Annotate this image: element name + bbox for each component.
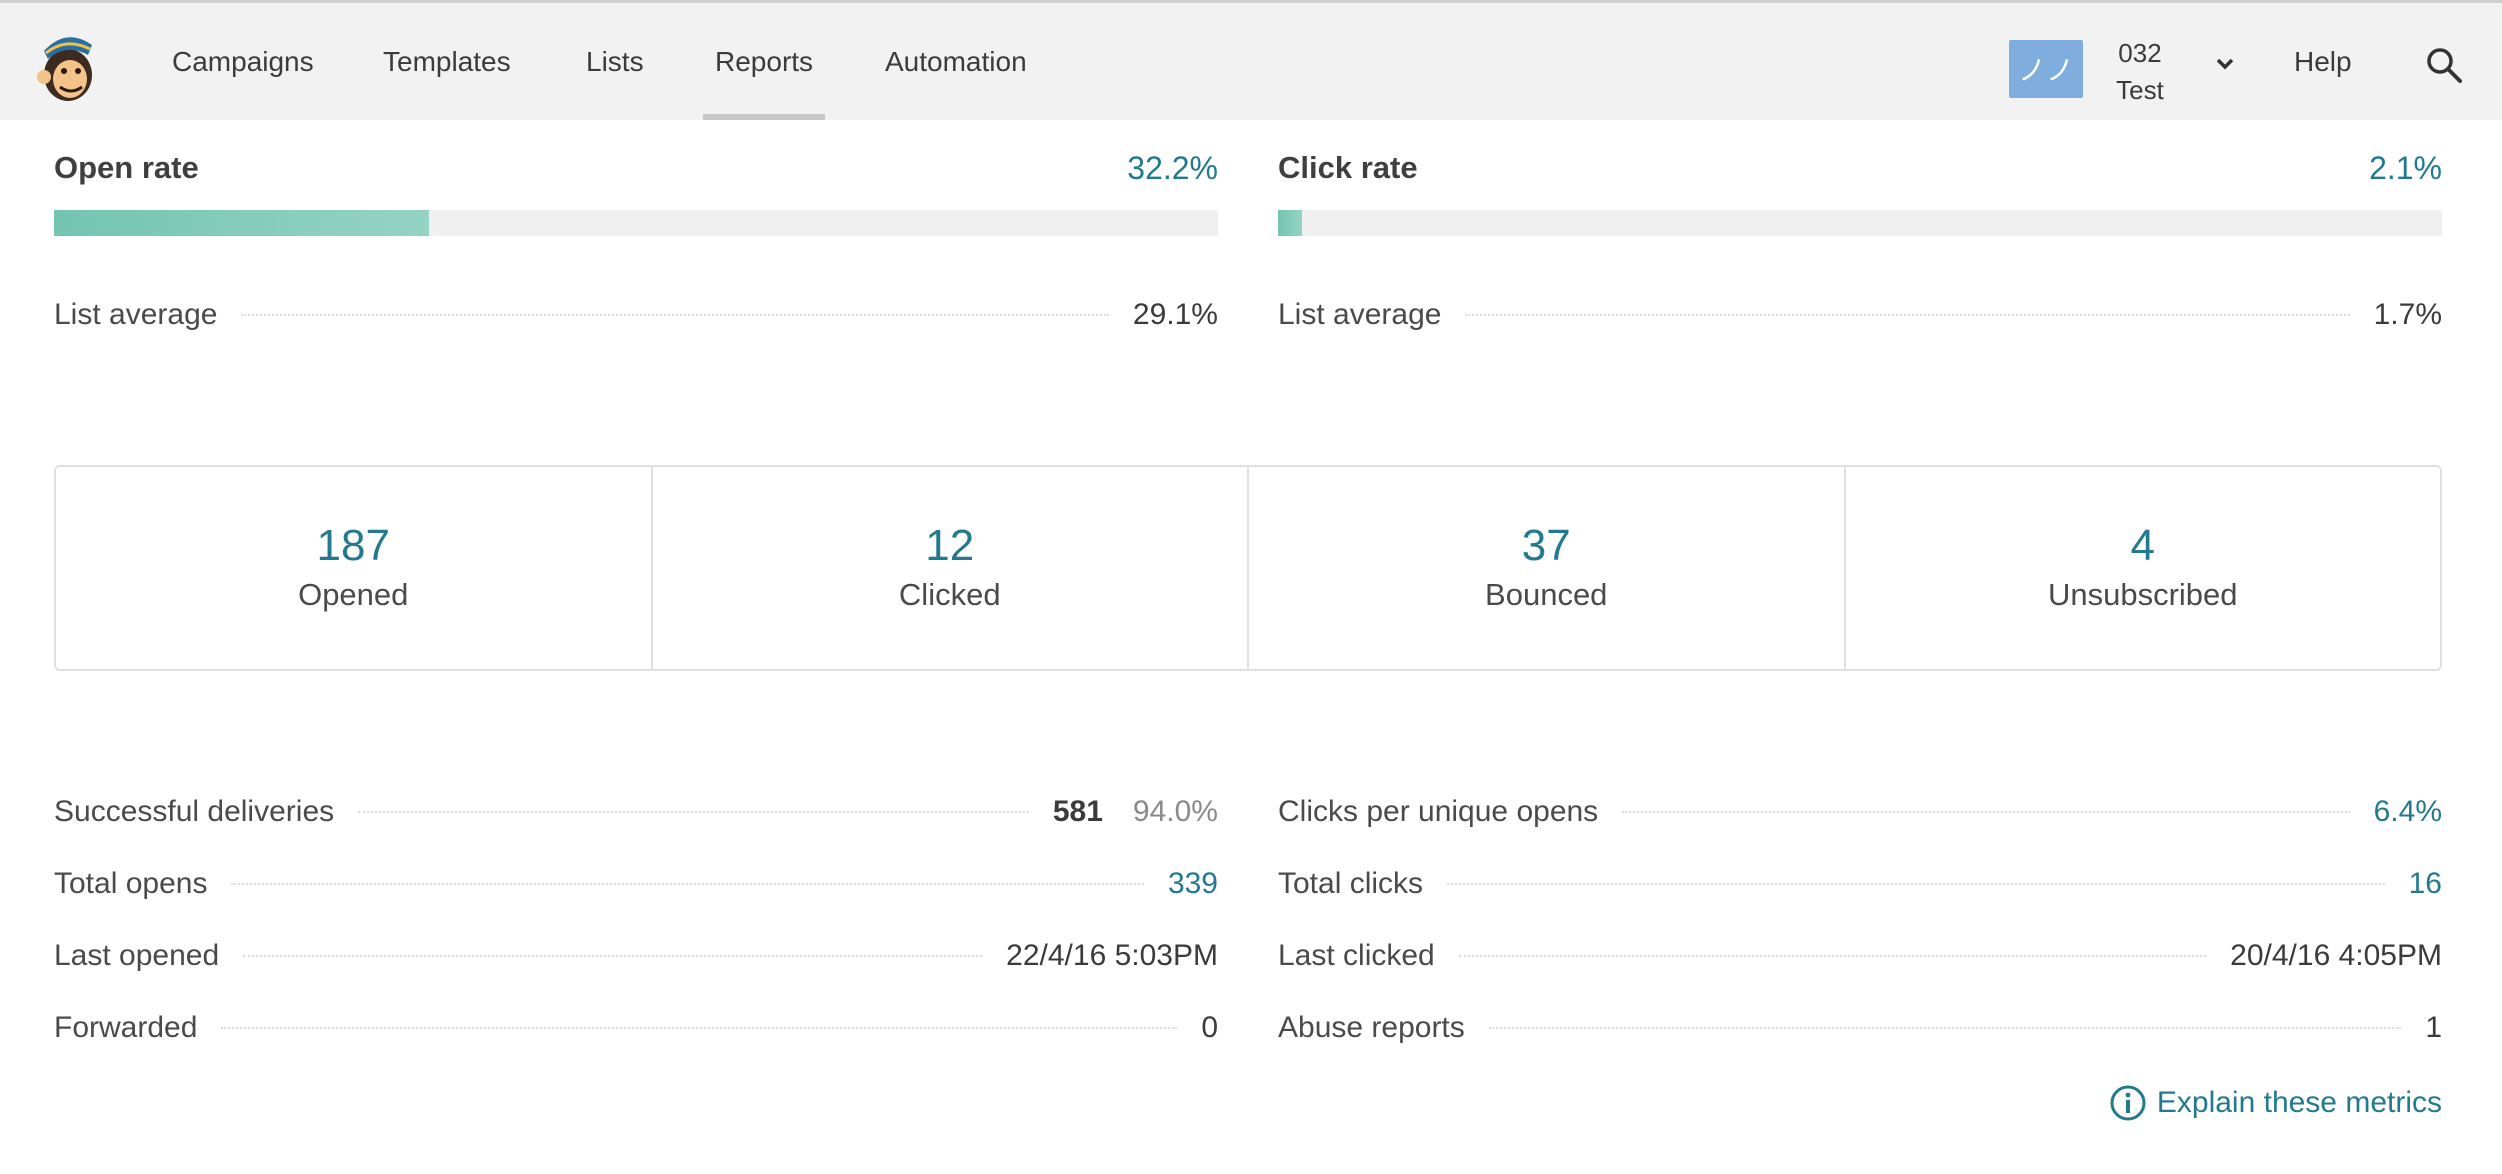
stat-label: Bounced	[1485, 577, 1608, 612]
detail-row-clicks-per-unique-opens: Clicks per unique opens 6.4%	[1278, 795, 2442, 867]
detail-label: Clicks per unique opens	[1278, 795, 1599, 828]
nav-lists[interactable]: Lists	[586, 3, 644, 120]
detail-label: Total clicks	[1278, 867, 1424, 900]
stat-number: 4	[2130, 521, 2155, 570]
detail-label: Forwarded	[54, 1011, 198, 1044]
search-icon[interactable]	[2424, 45, 2464, 85]
stat-label: Opened	[298, 577, 409, 612]
detail-value: 22/4/16 5:03PM	[1006, 939, 1218, 972]
detail-row-last-clicked: Last clicked 20/4/16 4:05PM	[1278, 939, 2442, 1011]
click-rate-bar-fill	[1278, 210, 1303, 236]
stat-number: 187	[316, 521, 390, 570]
dotted-leader	[1622, 811, 2350, 813]
account-name-line2: Test	[2116, 75, 2164, 105]
detail-row-total-clicks: Total clicks 16	[1278, 867, 2442, 939]
detail-value: 0	[1201, 1011, 1218, 1044]
detail-label: Successful deliveries	[54, 795, 335, 828]
explain-metrics-link[interactable]: Explain these metrics	[2109, 1084, 2442, 1122]
detail-value: 581	[1052, 795, 1103, 828]
dotted-leader	[358, 811, 1029, 813]
list-average-label: List average	[54, 298, 218, 331]
detail-row-forwarded: Forwarded 0	[54, 1011, 1218, 1083]
detail-label: Total opens	[54, 867, 208, 900]
detail-label: Abuse reports	[1278, 1011, 1465, 1044]
help-link[interactable]: Help	[2294, 3, 2352, 120]
dotted-leader	[1488, 1027, 2402, 1029]
nav-reports[interactable]: Reports	[702, 3, 826, 120]
freddie-logo-icon[interactable]	[30, 29, 104, 103]
nav-campaigns[interactable]: Campaigns	[172, 3, 314, 120]
stat-number: 12	[925, 521, 975, 570]
list-average-value: 1.7%	[2373, 298, 2442, 331]
nav-automation[interactable]: Automation	[885, 3, 1027, 120]
dotted-leader	[231, 883, 1144, 885]
dotted-leader	[243, 955, 983, 957]
chevron-down-icon[interactable]	[2214, 53, 2236, 75]
account-avatar[interactable]: ノノ	[2009, 40, 2083, 98]
detail-value: 6.4%	[2373, 795, 2442, 828]
detail-label: Last opened	[54, 939, 220, 972]
nav-templates[interactable]: Templates	[383, 3, 511, 120]
detail-row-total-opens: Total opens 339	[54, 867, 1218, 939]
details-right: Clicks per unique opens 6.4% Total click…	[1278, 795, 2442, 1083]
stat-label: Unsubscribed	[2047, 577, 2238, 612]
summary-stats: 187 Opened 12 Clicked 37 Bounced 4 Unsub…	[54, 465, 2442, 671]
dotted-leader	[221, 1027, 1178, 1029]
detail-label: Last clicked	[1278, 939, 1435, 972]
detail-value: 20/4/16 4:05PM	[2230, 939, 2442, 972]
click-rate-list-average: List average 1.7%	[1278, 298, 2442, 338]
info-icon	[2110, 1085, 2146, 1121]
account-name-line1: 032	[2118, 38, 2162, 68]
dotted-leader	[241, 314, 1109, 316]
list-average-label: List average	[1278, 298, 1442, 331]
stat-label: Clicked	[898, 577, 1001, 612]
top-navigation-bar: Campaigns Templates Lists Reports Automa…	[0, 0, 2502, 120]
open-rate-bar-fill	[54, 210, 429, 236]
detail-percentage: 94.0%	[1132, 795, 1218, 828]
stat-opened[interactable]: 187 Opened	[56, 467, 651, 669]
detail-row-abuse-reports: Abuse reports 1	[1278, 1011, 2442, 1083]
open-rate-bar	[54, 210, 1218, 236]
stat-number: 37	[1521, 521, 1571, 570]
list-average-value: 29.1%	[1132, 298, 1218, 331]
open-rate-value: 32.2%	[1127, 150, 1218, 186]
detail-value: 1	[2425, 1011, 2442, 1044]
detail-value-link[interactable]: 339	[1168, 867, 1218, 901]
stat-unsubscribed[interactable]: 4 Unsubscribed	[1843, 467, 2441, 669]
dotted-leader	[1458, 955, 2207, 957]
stat-clicked[interactable]: 12 Clicked	[650, 467, 1248, 669]
avatar-glyph: ノノ	[2017, 54, 2074, 87]
dotted-leader	[1465, 314, 2350, 316]
stat-bounced[interactable]: 37 Bounced	[1247, 467, 1844, 669]
detail-value-link[interactable]: 16	[2409, 867, 2442, 901]
click-rate-value: 2.1%	[2369, 150, 2442, 186]
click-rate-title: Click rate	[1278, 150, 1418, 185]
open-rate-list-average: List average 29.1%	[54, 298, 1218, 338]
account-name[interactable]: 032 Test	[2100, 35, 2180, 109]
detail-row-last-opened: Last opened 22/4/16 5:03PM	[54, 939, 1218, 1011]
details-left: Successful deliveries 581 94.0% Total op…	[54, 795, 1218, 1083]
detail-row-successful-deliveries: Successful deliveries 581 94.0%	[54, 795, 1218, 867]
click-rate-bar	[1278, 210, 2442, 236]
explain-metrics-label: Explain these metrics	[2156, 1086, 2442, 1119]
open-rate-title: Open rate	[54, 150, 199, 185]
dotted-leader	[1447, 883, 2385, 885]
